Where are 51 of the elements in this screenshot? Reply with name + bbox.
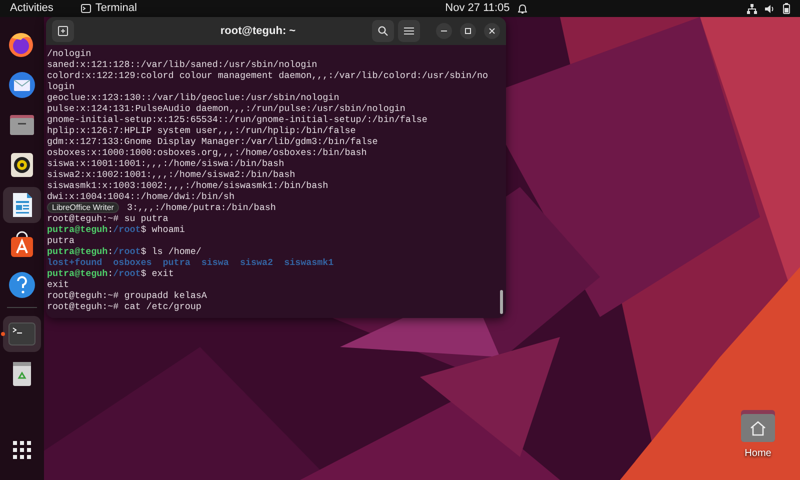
new-tab-button[interactable] xyxy=(52,20,74,42)
close-icon xyxy=(487,26,497,36)
terminal-line: dwi:x:1004:1004::/home/dwi:/bin/sh xyxy=(47,191,236,202)
terminal-line: root@teguh:~# cat /etc/group xyxy=(47,301,202,312)
terminal-line: login xyxy=(47,81,76,92)
battery-icon[interactable] xyxy=(783,3,790,14)
tooltip: LibreOffice Writer xyxy=(47,202,119,213)
search-icon xyxy=(378,26,388,36)
envelope-icon xyxy=(7,70,37,100)
bell-icon xyxy=(518,4,527,14)
app-menu[interactable]: Terminal xyxy=(95,0,137,17)
clock[interactable]: Nov 27 11:05 xyxy=(445,0,510,17)
terminal-icon xyxy=(81,4,92,13)
menu-button[interactable] xyxy=(398,20,420,42)
terminal-line: 3:,,,:/home/putra:/bin/bash xyxy=(127,202,276,213)
network-icon[interactable] xyxy=(747,4,757,14)
maximize-icon xyxy=(463,26,473,36)
close-button[interactable] xyxy=(484,23,500,39)
terminal-line: root@teguh:~# su putra xyxy=(47,213,170,224)
plus-icon xyxy=(58,26,68,36)
terminal-line: saned:x:121:128::/var/lib/saned:/usr/sbin/nologin xyxy=(47,59,318,70)
app-grid-icon[interactable] xyxy=(13,441,31,459)
terminal-line: gnome-initial-setup:x:125:65534::/run/gnome-initial-setup/:/bin/false xyxy=(47,114,428,125)
terminal-line: gdm:x:127:133:Gnome Display Manager:/var/lib/gdm3:/bin/false xyxy=(47,136,379,147)
terminal-line: exit xyxy=(47,279,70,290)
menu-icon xyxy=(404,27,414,35)
terminal-line: putra@teguh:/root$ ls /home/ xyxy=(47,246,202,257)
volume-icon[interactable] xyxy=(765,4,775,14)
activities-button[interactable]: Activities xyxy=(10,0,54,17)
terminal-line: pulse:x:124:131:PulseAudio daemon,,,:/run/pulse:/usr/sbin/nologin xyxy=(47,103,406,114)
terminal-line: /nologin xyxy=(47,48,92,59)
window-title: root@teguh: ~ xyxy=(220,24,296,39)
terminal-line: root@teguh:~# groupadd kelasA xyxy=(47,290,208,301)
terminal-line: putra@teguh:/root$ whoami xyxy=(47,224,186,235)
minimize-button[interactable] xyxy=(436,23,452,39)
help-icon xyxy=(7,270,37,300)
terminal-line: putra@teguh:/root$ exit xyxy=(47,268,175,279)
maximize-button[interactable] xyxy=(460,23,476,39)
terminal-line: geoclue:x:123:130::/var/lib/geoclue:/usr/sbin/nologin xyxy=(47,92,340,103)
terminal-line: osboxes:x:1000:1000:osboxes.org,,,:/home/osboxes:/bin/bash xyxy=(47,147,368,158)
scrollbar[interactable] xyxy=(500,290,503,314)
home-folder-icon xyxy=(740,409,776,443)
terminal-line: putra xyxy=(47,235,76,246)
terminal-line: hplip:x:126:7:HPLIP system user,,,:/run/hplip:/bin/false xyxy=(47,125,357,136)
terminal-line: siswasmk1:x:1003:1002:,,,:/home/siswasmk1:/bin/bash xyxy=(47,180,330,191)
terminal-line: lost+found osboxes putra siswa siswa2 siswasmk1 xyxy=(47,257,335,268)
terminal-line: siswa:x:1001:1001:,,,:/home/siswa:/bin/bash xyxy=(47,158,286,169)
dock-item[interactable] xyxy=(3,187,41,223)
terminal-line: siswa2:x:1002:1001:,,,:/home/siswa2:/bin/bash xyxy=(47,169,296,180)
terminal-line: colord:x:122:129:colord colour management daemon,,,:/var/lib/colord:/usr/sbin/no xyxy=(47,70,490,81)
search-button[interactable] xyxy=(372,20,394,42)
